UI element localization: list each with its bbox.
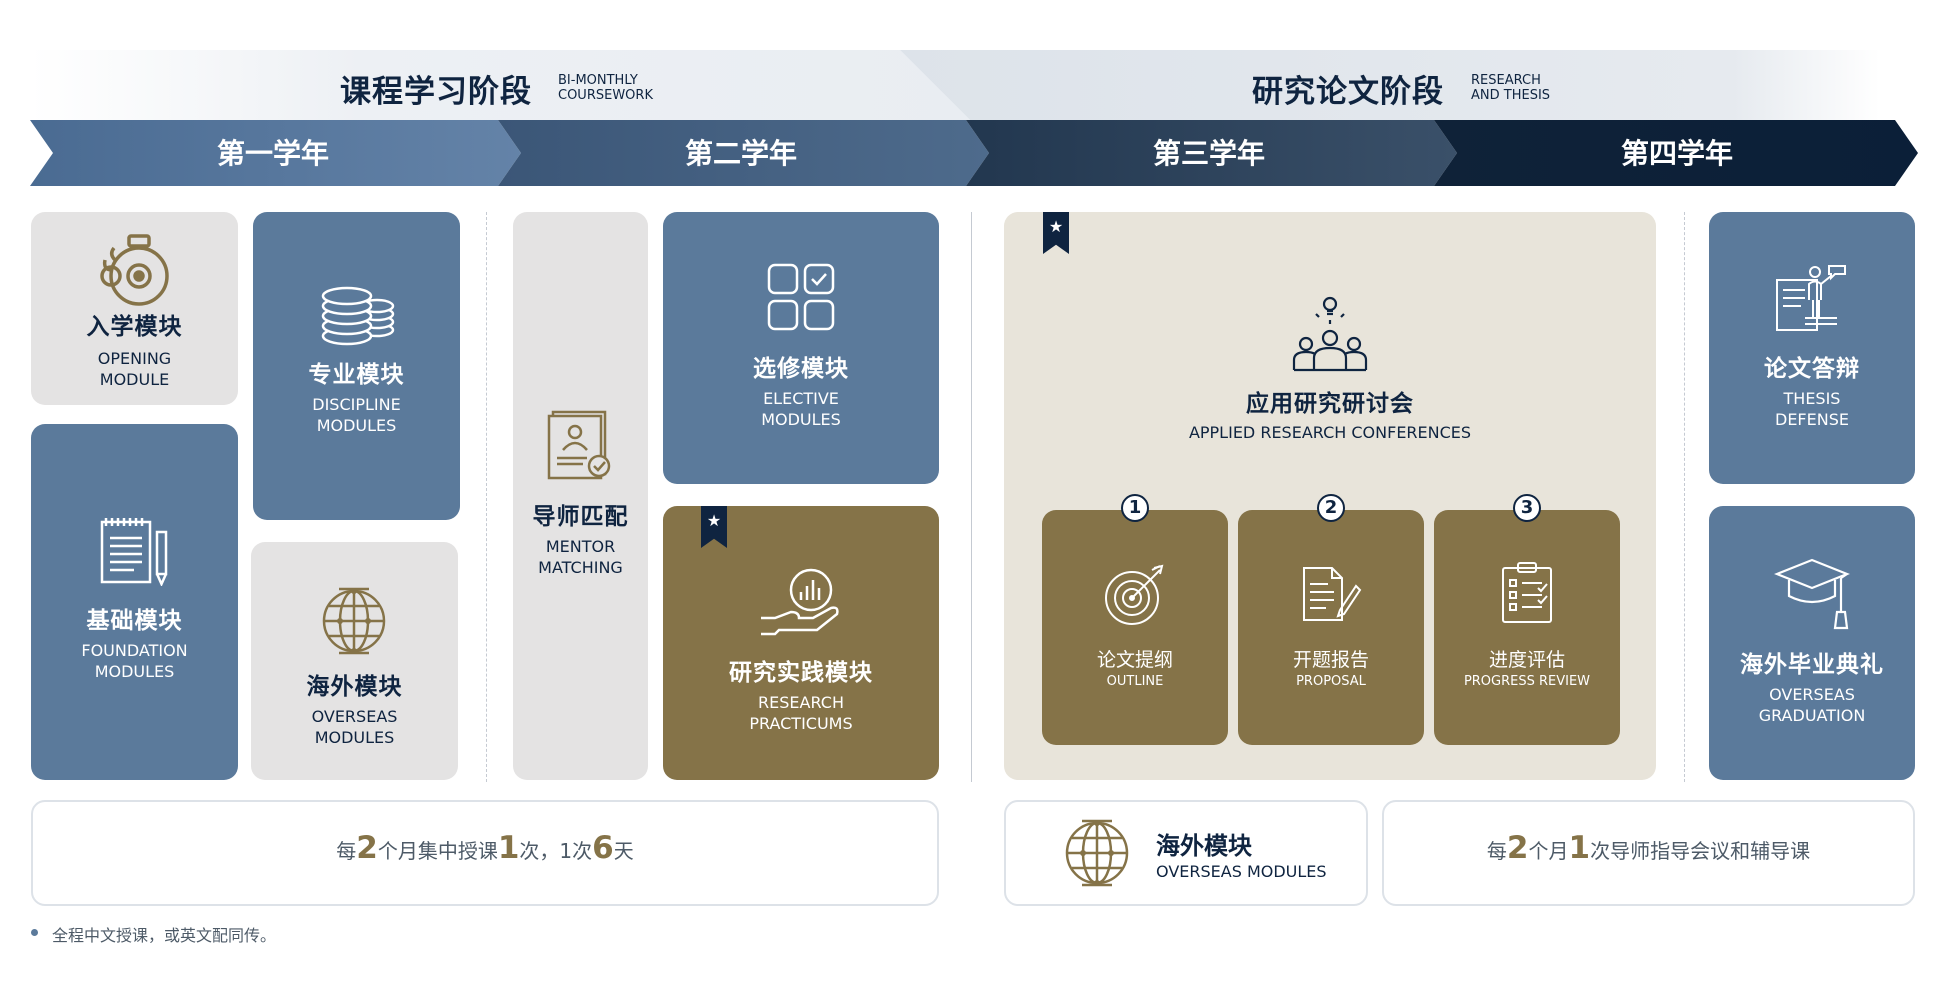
overseas-graduation-en: OVERSEAS GRADUATION [1758,685,1866,725]
document-pen-icon [1303,567,1362,621]
step-progress-zh: 进度评估 [1488,649,1565,671]
opening-module-en: OPENING MODULE [97,349,172,389]
overseas-graduation-card: 海外毕业典礼 OVERSEAS GRADUATION [1709,506,1915,780]
footnote-text: 全程中文授课，或英文配同传。 [52,926,277,945]
discipline-module-card: 专业模块 DISCIPLINE MODULES [253,212,460,520]
phase-thesis-subtitle: RESEARCH AND THESIS [1471,73,1551,103]
grid-check-icon [767,263,835,331]
thesis-defense-en: THESIS DEFENSE [1775,389,1849,429]
hand-chart-icon [761,568,839,636]
step-outline-zh: 论文提纲 [1096,649,1173,671]
thesis-defense-card: 论文答辩 THESIS DEFENSE [1709,212,1915,484]
overseas-module-en: OVERSEAS MODULES [311,707,398,747]
overseas-graduation-zh: 海外毕业典礼 [1740,652,1884,678]
coins-icon [321,286,395,346]
certificate-icon [547,410,611,480]
divider-year1-year2 [486,212,487,782]
year-3-label: 第三学年 [1152,137,1265,170]
grad-cap-icon [1774,558,1850,630]
step-proposal-en: PROPOSAL [1296,674,1366,689]
notepad-pen-icon [100,518,168,586]
overseas-module-card: 海外模块 OVERSEAS MODULES [251,542,458,780]
clipboard-icon [1502,562,1552,623]
mentoring-frequency-box: 每2个月1次导师指导会议和辅导课 [1382,800,1915,906]
foundation-module-en: FOUNDATION MODULES [81,641,188,681]
divider-year3-year4 [1684,212,1685,782]
globe-icon [322,587,386,655]
phase-coursework-subtitle: BI-MONTHLY COURSEWORK [558,73,653,103]
globe-icon [1065,819,1129,887]
research-practicum-card: 研究实践模块 RESEARCH PRACTICUMS [663,506,939,780]
step-proposal-card: 开题报告 PROPOSAL [1238,510,1424,745]
bell-icon [100,234,169,306]
overseas-module-zh: 海外模块 [306,674,403,700]
opening-module-zh: 入学模块 [86,314,183,340]
overseas-modules-box: 海外模块 OVERSEAS MODULES [1004,800,1368,906]
phase-header-bg [30,50,1880,122]
step-number-2: 2 [1317,494,1345,522]
discipline-module-en: DISCIPLINE MODULES [312,395,401,435]
thesis-defense-zh: 论文答辩 [1764,356,1860,382]
overseas-modules-en: OVERSEAS MODULES [1156,862,1327,881]
year-2-label: 第二学年 [684,137,797,170]
research-practicum-zh: 研究实践模块 [729,660,873,686]
step-proposal-zh: 开题报告 [1292,649,1369,671]
mentor-matching-en: MENTOR MATCHING [538,537,623,577]
conference-en: APPLIED RESEARCH CONFERENCES [1188,423,1472,442]
mentor-matching-card: 导师匹配 MENTOR MATCHING [513,212,648,780]
phase-coursework-title: 课程学习阶段 [340,74,532,110]
conference-zh: 应用研究研讨会 [1246,391,1414,417]
research-practicum-en: RESEARCH PRACTICUMS [749,693,853,733]
step-progress-card: 进度评估 PROGRESS REVIEW [1434,510,1620,745]
step-progress-en: PROGRESS REVIEW [1463,674,1591,689]
coursework-frequency-text: 每2个月集中授课1次，1次6天 [336,830,634,866]
footnote-bullet [31,929,38,936]
mentoring-frequency-text: 每2个月1次导师指导会议和辅导课 [1486,830,1811,866]
foundation-module-card: 基础模块 FOUNDATION MODULES [31,424,238,780]
opening-module-card: 入学模块 OPENING MODULE [31,212,238,405]
elective-module-zh: 选修模块 [753,356,849,382]
phase-thesis-title: 研究论文阶段 [1252,74,1444,110]
mentor-matching-zh: 导师匹配 [532,504,629,530]
step-number-3: 3 [1513,494,1541,522]
elective-module-card: 选修模块 ELECTIVE MODULES [663,212,939,484]
elective-module-en: ELECTIVE MODULES [761,389,841,429]
discipline-module-zh: 专业模块 [308,362,405,388]
overseas-modules-zh: 海外模块 [1156,832,1252,860]
step-outline-en: OUTLINE [1106,674,1164,689]
coursework-frequency-box: 每2个月集中授课1次，1次6天 [31,800,939,906]
divider-phase [971,212,972,782]
presenter-icon [1776,265,1846,331]
step-outline-card: 论文提纲 OUTLINE [1042,510,1228,745]
year-1-label: 第一学年 [216,137,329,170]
year-4-label: 第四学年 [1620,137,1733,170]
team-idea-icon [1292,296,1368,372]
target-icon [1105,564,1164,625]
step-number-1: 1 [1121,494,1149,522]
foundation-module-zh: 基础模块 [86,608,183,634]
